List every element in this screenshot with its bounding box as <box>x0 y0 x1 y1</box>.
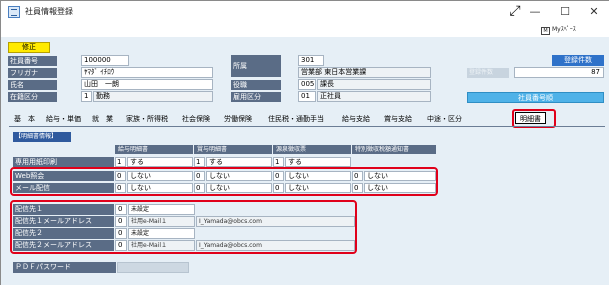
dedicated-print-bonus-value: する <box>206 157 272 167</box>
close-button[interactable]: ✕ <box>580 3 608 21</box>
label-employment-type: 雇用区分 <box>231 92 281 102</box>
label-dept: 所属 <box>231 55 281 77</box>
row-label-dedicated-print: 専用用紙印刷 <box>13 157 114 167</box>
label-name: 氏名 <box>8 80 57 90</box>
mypage-button[interactable]: M Myｽﾍﾟｰｽ <box>541 24 605 36</box>
employment-name: 正社員 <box>317 91 431 102</box>
dedicated-print-salary-code[interactable]: 1 <box>115 157 126 167</box>
mode-badge: 修正 <box>8 42 50 53</box>
count-label: 登録件数 <box>552 55 604 66</box>
mypage-label: Myｽﾍﾟｰｽ <box>552 26 576 33</box>
employee-number-field[interactable]: 100000 <box>81 55 129 66</box>
label-kana: フリガナ <box>8 68 57 78</box>
dedicated-print-withholding-value: する <box>285 157 351 167</box>
label-employee-number: 社員番号 <box>8 56 57 66</box>
tab-family-tax[interactable]: 家族・所得税 <box>126 113 168 125</box>
row-label-pdf-password: ＰＤＦパスワード <box>13 262 116 273</box>
tab-bonus-payment[interactable]: 賞与支給 <box>384 113 412 125</box>
count-ghost-label: 登録件数 <box>467 68 509 78</box>
post-name: 課長 <box>317 79 431 90</box>
sort-order-button[interactable]: 社員番号順 <box>467 92 604 103</box>
minimize-button[interactable]: — <box>521 3 549 21</box>
label-post: 役職 <box>231 80 281 90</box>
col-withholding-slip: 源泉徴収票 <box>273 145 351 154</box>
tab-work[interactable]: 就 業 <box>92 113 113 125</box>
employment-code-field[interactable]: 01 <box>298 91 316 102</box>
highlight-web-mail <box>10 167 438 196</box>
dedicated-print-withholding-code[interactable]: 1 <box>273 157 284 167</box>
pdf-password-field[interactable] <box>117 262 189 273</box>
count-value: 87 <box>514 67 604 78</box>
col-salary-statement: 給与明細書 <box>115 145 193 154</box>
tab-labor-insurance[interactable]: 労働保険 <box>224 113 252 125</box>
tab-salary-payment[interactable]: 給与支給 <box>342 113 370 125</box>
tab-midterm[interactable]: 中途・区分 <box>427 113 462 125</box>
label-status: 在籍区分 <box>8 92 57 102</box>
dedicated-print-salary-value: する <box>127 157 193 167</box>
dedicated-print-bonus-code[interactable]: 1 <box>194 157 205 167</box>
col-bonus-statement: 賞与明細書 <box>194 145 272 154</box>
app-window: 社員情報登録 — ☐ ✕ ⤢ M Myｽﾍﾟｰｽ 修正 社員番号 100000 フ… <box>0 0 609 285</box>
tab-basic[interactable]: 基 本 <box>14 113 35 125</box>
status-code-field[interactable]: 1 <box>81 91 92 102</box>
toolbar <box>1 23 609 37</box>
highlight-delivery <box>10 200 357 254</box>
name-field[interactable]: 山田 一朗 <box>81 79 213 90</box>
tab-divider <box>9 126 605 127</box>
maximize-button[interactable]: ☐ <box>551 3 579 21</box>
post-code-field[interactable]: 005 <box>298 79 316 90</box>
status-name: 勤務 <box>93 91 213 102</box>
tab-salary-rate[interactable]: 給与・単価 <box>46 113 81 125</box>
window-title: 社員情報登録 <box>25 7 73 16</box>
mypage-icon: M <box>541 27 550 35</box>
dept-code-field[interactable]: 301 <box>298 55 324 66</box>
tab-social-insurance[interactable]: 社会保険 <box>182 113 210 125</box>
col-special-tax-notice: 特別徴収税額通知書 <box>352 145 436 154</box>
tab-resident-tax[interactable]: 住民税・通勤手当 <box>268 113 324 125</box>
panel-title: 【明細書情報】 <box>13 132 71 142</box>
expand-icon[interactable]: ⤢ <box>506 1 524 21</box>
dept-name: 営業部 東日本営業課 <box>298 67 431 78</box>
app-icon <box>8 6 20 18</box>
kana-field[interactable]: ﾔﾏﾀﾞ ｲﾁﾛｳ <box>81 67 213 78</box>
